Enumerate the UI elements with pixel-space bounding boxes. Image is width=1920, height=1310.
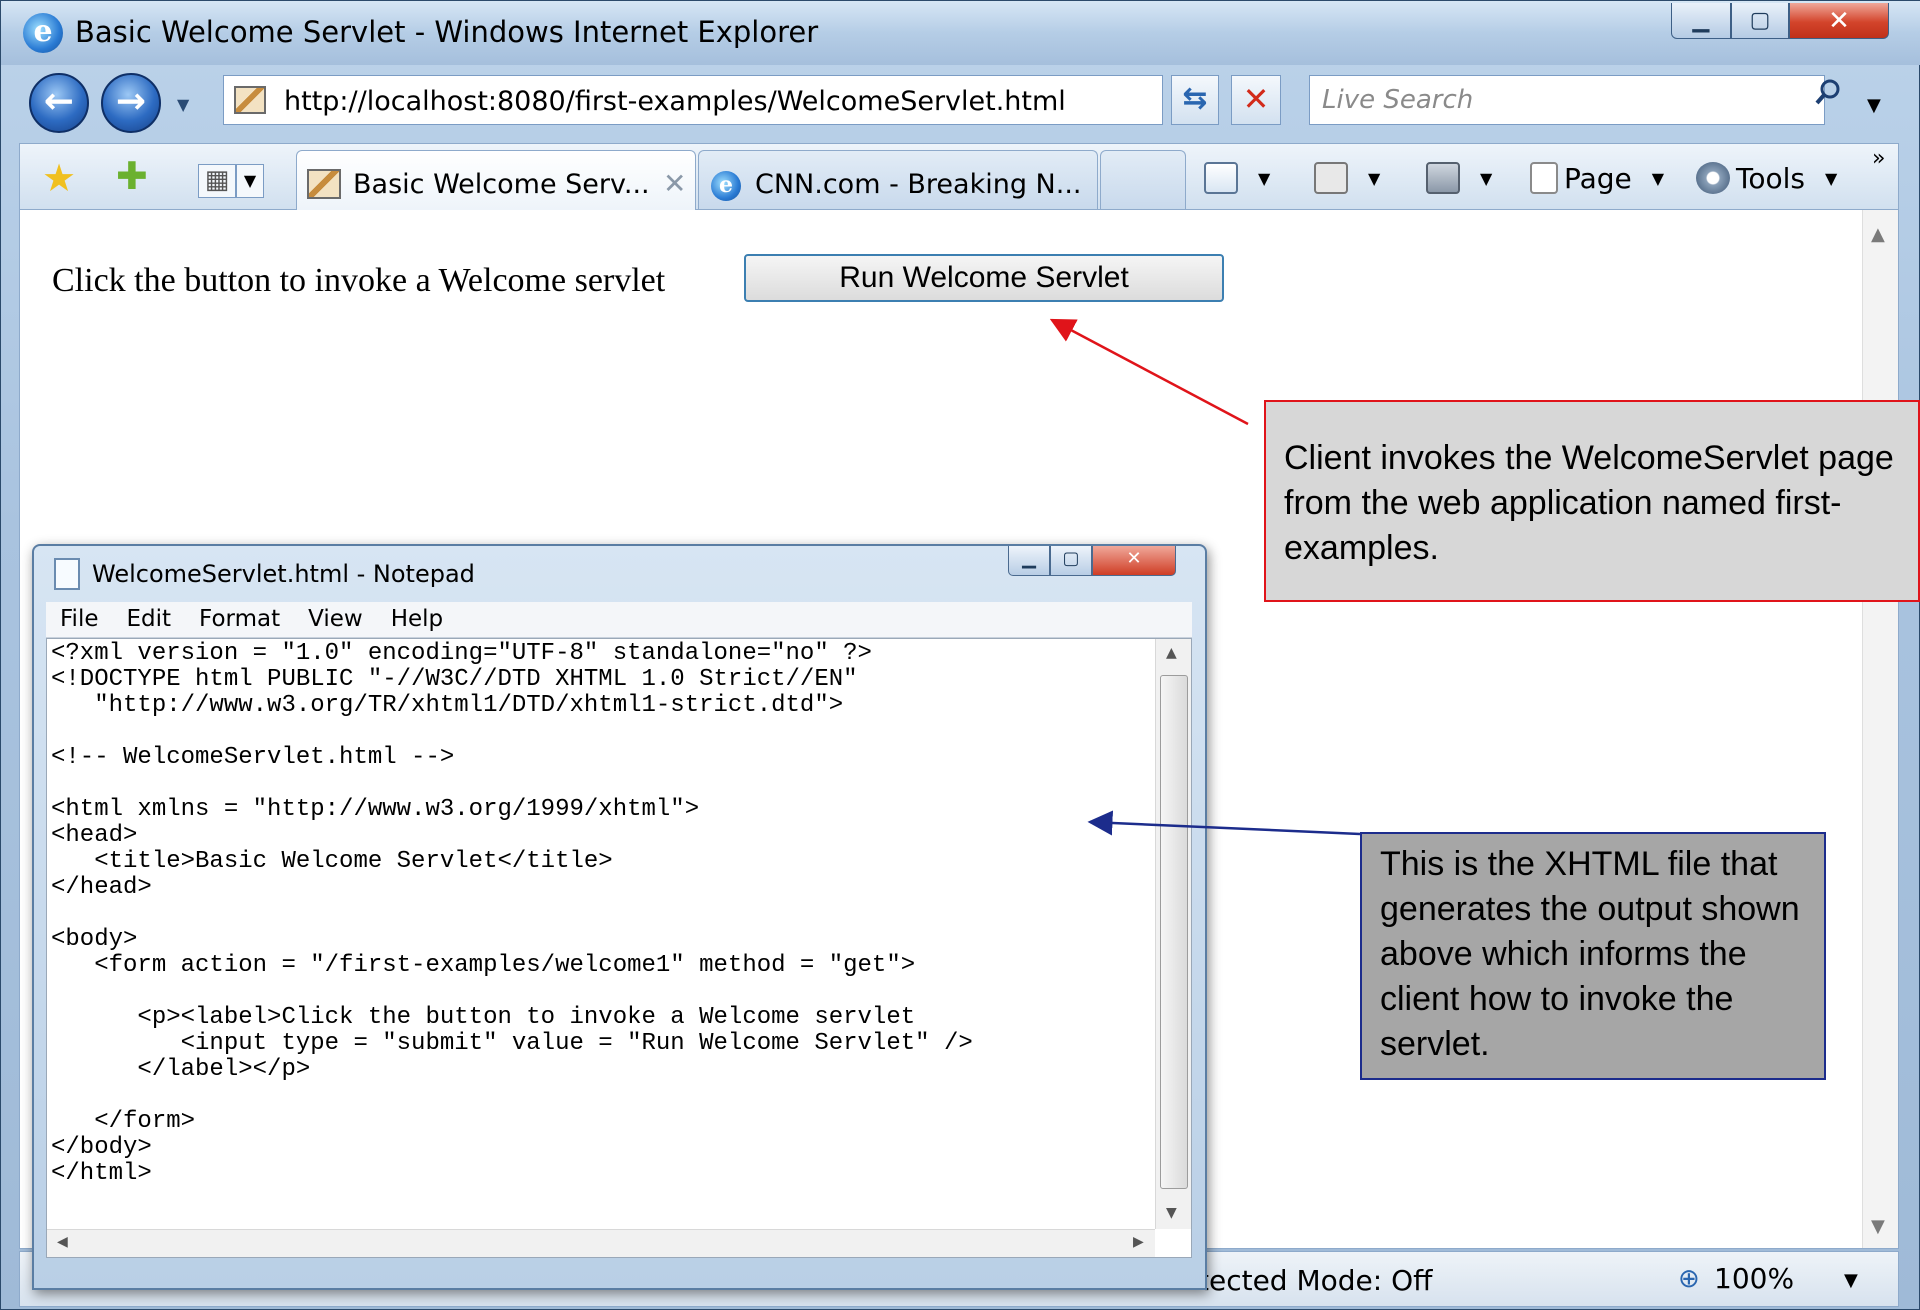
notepad-title: WelcomeServlet.html - Notepad (92, 560, 475, 588)
tab-command-bar: ★ ✚ ▦ ▼ Basic Welcome Serv... ✕ e CNN.co… (19, 143, 1899, 210)
zoom-dropdown-icon[interactable]: ▼ (1844, 1270, 1858, 1291)
notepad-maximize-button[interactable]: ▢ (1050, 546, 1092, 576)
chevron-down-icon: ▼ (1651, 168, 1665, 188)
new-tab-button[interactable] (1100, 150, 1186, 210)
scroll-thumb[interactable] (1160, 675, 1188, 1189)
add-favorites-icon[interactable]: ✚ (116, 154, 148, 198)
scroll-left-icon[interactable]: ◀ (57, 1234, 68, 1250)
search-options-dropdown-icon[interactable]: ▼ (1867, 95, 1881, 116)
scroll-down-icon[interactable]: ▼ (1166, 1205, 1177, 1221)
vertical-scrollbar[interactable]: ▲ ▼ (1862, 210, 1898, 1248)
close-button[interactable]: ✕ (1789, 3, 1889, 39)
scroll-up-icon[interactable]: ▲ (1166, 645, 1177, 661)
page-menu[interactable]: Page ▼ (1530, 158, 1664, 198)
search-box[interactable] (1309, 75, 1825, 125)
window-title: Basic Welcome Servlet - Windows Internet… (75, 15, 819, 49)
page-favicon-icon (307, 169, 341, 199)
tab-list-dropdown-icon[interactable]: ▼ (236, 164, 264, 198)
print-button[interactable]: ▼ (1426, 158, 1492, 198)
chevron-down-icon[interactable]: ▼ (1258, 169, 1270, 188)
protected-mode-status[interactable]: tected Mode: Off (1198, 1264, 1432, 1297)
menu-file[interactable]: File (46, 602, 113, 637)
minimize-button[interactable]: ▁ (1671, 3, 1731, 39)
chevron-down-icon[interactable]: ▼ (1368, 169, 1380, 188)
tab-label: Basic Welcome Serv... (353, 169, 650, 200)
page-favicon-icon (234, 86, 266, 114)
address-url[interactable]: http://localhost:8080/first-examples/Wel… (284, 86, 1066, 117)
favorites-star-icon[interactable]: ★ (42, 156, 76, 200)
refresh-button[interactable]: ⇆ (1171, 75, 1219, 125)
tab-label: CNN.com - Breaking N... (755, 169, 1082, 200)
notepad-icon (54, 558, 80, 590)
internet-explorer-icon: e (23, 13, 63, 53)
quick-tabs-icon[interactable]: ▦ (198, 164, 236, 198)
scroll-down-icon[interactable]: ▼ (1871, 1216, 1885, 1237)
internet-explorer-icon: e (711, 171, 741, 201)
menu-edit[interactable]: Edit (113, 602, 186, 637)
notepad-window: WelcomeServlet.html - Notepad ▁ ▢ ✕ File… (32, 544, 1207, 1290)
chevron-down-icon: ▼ (1824, 168, 1838, 188)
back-button[interactable]: ← (29, 73, 89, 133)
run-welcome-servlet-button[interactable]: Run Welcome Servlet (744, 254, 1224, 302)
stop-button[interactable]: ✕ (1231, 75, 1281, 125)
printer-icon (1426, 162, 1460, 194)
notepad-text-area[interactable]: <?xml version = "1.0" encoding="UTF-8" s… (46, 638, 1192, 1258)
zoom-level[interactable]: 100% (1714, 1262, 1794, 1295)
menu-view[interactable]: View (294, 602, 377, 637)
notepad-menu-bar: File Edit Format View Help (46, 602, 1192, 638)
navigation-bar: ← → ▼ http://localhost:8080/first-exampl… (1, 65, 1920, 135)
callout-xhtml-file: This is the XHTML file that generates th… (1360, 832, 1826, 1080)
callout-text: Client invokes the WelcomeServlet page f… (1284, 439, 1894, 567)
address-bar[interactable]: http://localhost:8080/first-examples/Wel… (223, 75, 1364, 125)
callout-client-invokes: Client invokes the WelcomeServlet page f… (1264, 400, 1920, 602)
title-bar: e Basic Welcome Servlet - Windows Intern… (1, 1, 1920, 65)
scroll-up-icon[interactable]: ▲ (1871, 224, 1885, 245)
home-icon (1204, 162, 1238, 194)
gear-icon (1696, 162, 1730, 194)
prompt-text: Click the button to invoke a Welcome ser… (52, 262, 666, 299)
page-menu-label: Page (1564, 161, 1632, 195)
tools-menu-label: Tools (1736, 161, 1805, 195)
forward-button[interactable]: → (101, 73, 161, 133)
home-button[interactable]: ▼ (1204, 158, 1270, 198)
notepad-minimize-button[interactable]: ▁ (1008, 546, 1050, 576)
notepad-vertical-scrollbar[interactable]: ▲ ▼ (1155, 639, 1191, 1229)
feeds-button[interactable]: ▼ (1314, 158, 1380, 198)
notepad-close-button[interactable]: ✕ (1092, 546, 1176, 576)
menu-format[interactable]: Format (185, 602, 294, 637)
tab-basic-welcome-servlet[interactable]: Basic Welcome Serv... ✕ (296, 150, 696, 210)
more-commands-icon[interactable]: » (1872, 146, 1885, 171)
maximize-button[interactable]: ▢ (1731, 3, 1789, 39)
search-input[interactable] (1322, 84, 1762, 116)
tab-cnn[interactable]: e CNN.com - Breaking N... (698, 150, 1098, 210)
tab-close-icon[interactable]: ✕ (663, 167, 686, 200)
search-icon[interactable] (1813, 77, 1843, 107)
code-text[interactable]: <?xml version = "1.0" encoding="UTF-8" s… (51, 641, 973, 1187)
menu-help[interactable]: Help (377, 602, 457, 637)
zoom-icon[interactable]: ⊕ (1678, 1264, 1700, 1294)
chevron-down-icon[interactable]: ▼ (1480, 169, 1492, 188)
page-icon (1530, 162, 1558, 194)
notepad-horizontal-scrollbar[interactable]: ◀ ▶ (47, 1229, 1155, 1257)
recent-pages-dropdown-icon[interactable]: ▼ (177, 95, 189, 114)
callout-text: This is the XHTML file that generates th… (1380, 845, 1800, 1063)
scroll-right-icon[interactable]: ▶ (1133, 1234, 1144, 1250)
tools-menu[interactable]: Tools ▼ (1696, 158, 1837, 198)
rss-feed-icon (1314, 162, 1348, 194)
